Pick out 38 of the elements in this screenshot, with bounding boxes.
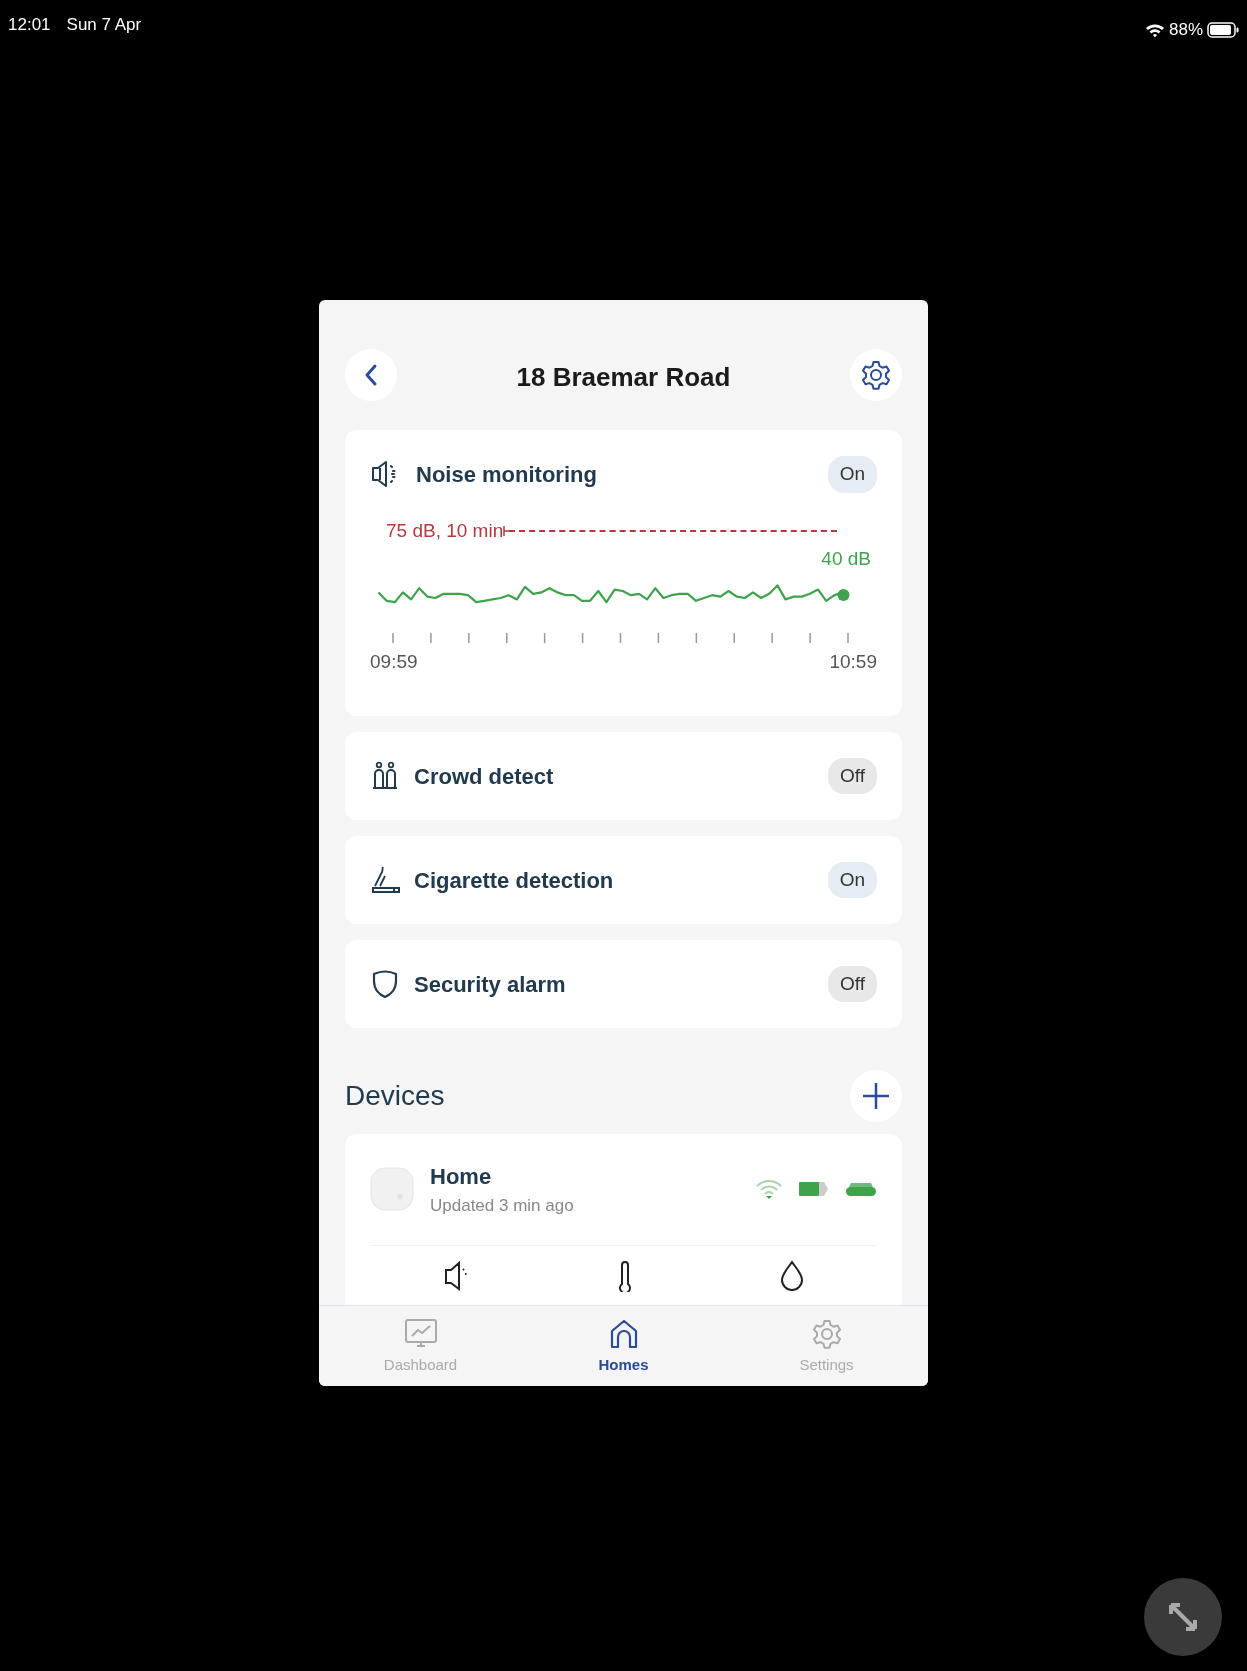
shield-icon [370, 968, 400, 1000]
feature-label: Crowd detect [414, 762, 555, 791]
monitor-chart-icon [403, 1318, 438, 1350]
end-time: 10:59 [829, 649, 877, 674]
section-heading: Devices [345, 1079, 445, 1113]
page-title: 18 Braemar Road [516, 361, 731, 394]
back-icon [364, 363, 378, 387]
status-pill[interactable]: Off [828, 757, 877, 795]
battery-icon [1207, 22, 1239, 38]
feature-label: Cigarette detection [414, 866, 615, 895]
wifi-icon [1144, 22, 1165, 38]
feature-label: Noise monitoring [416, 460, 598, 489]
back-button[interactable] [345, 349, 397, 401]
start-time: 09:59 [370, 649, 418, 674]
status-time: 12:01 [8, 14, 51, 36]
cigarette-icon [370, 864, 400, 896]
drop-icon [779, 1259, 806, 1292]
people-icon [370, 760, 400, 792]
tab[interactable]: Homes [522, 1306, 725, 1386]
current-level-label: 40 dB [820, 547, 872, 571]
status-date: Sun 7 Apr [66, 14, 142, 36]
device-name: Home [430, 1163, 493, 1191]
plus-icon [860, 1080, 892, 1112]
status-pill[interactable]: Off [828, 965, 877, 1003]
threshold-label: 75 dB, 10 min [386, 518, 504, 543]
add-button[interactable] [850, 1070, 902, 1122]
battery-icon [799, 1181, 829, 1198]
feature-label: Security alarm [414, 970, 567, 999]
status-pill[interactable]: On [827, 456, 877, 493]
settings-icon [810, 1318, 843, 1350]
wifi-icon [755, 1178, 783, 1201]
settings-button[interactable] [850, 349, 902, 401]
sensor-device-icon [370, 1167, 414, 1212]
settings-icon [860, 359, 892, 391]
battery-percentage: 88% [1168, 19, 1203, 42]
device-updated: Updated 3 min ago [430, 1195, 575, 1217]
status-pill[interactable]: On [827, 861, 877, 899]
device-base-icon [845, 1181, 877, 1198]
